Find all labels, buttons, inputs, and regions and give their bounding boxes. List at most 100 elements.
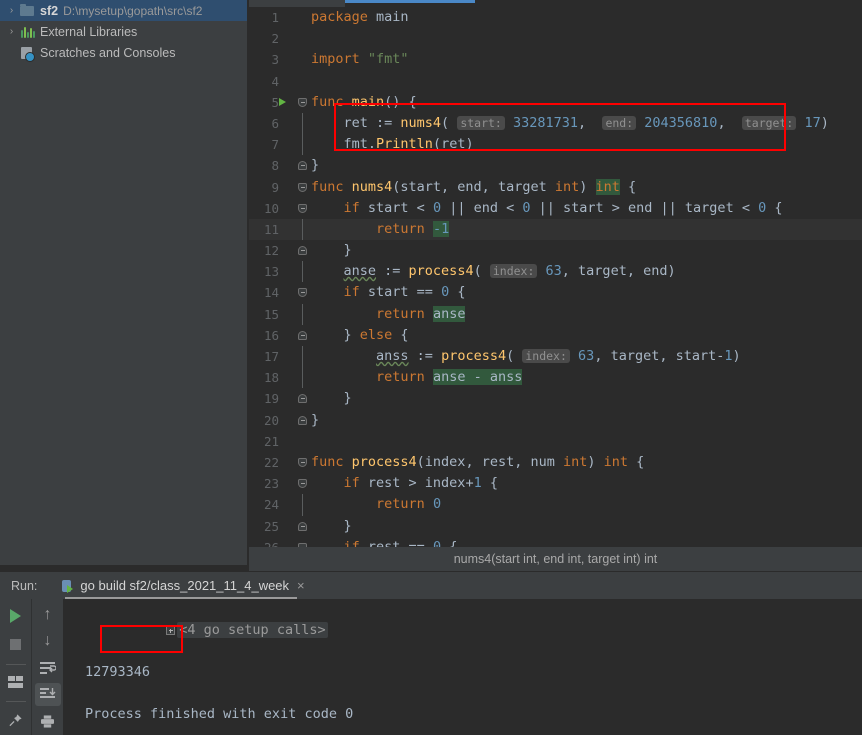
run-gutter-icon[interactable] — [279, 97, 286, 106]
code-line[interactable]: 20} — [249, 410, 862, 431]
code-line[interactable]: 2 — [249, 28, 862, 49]
code-line[interactable]: 18 return anse - anss — [249, 367, 862, 389]
code-fold-icon[interactable] — [298, 182, 307, 192]
code-token: ) — [732, 348, 741, 364]
parameter-hint: index: — [522, 349, 570, 363]
code-token: rest > index+ — [367, 475, 474, 492]
code-line[interactable]: 4 — [249, 71, 862, 92]
code-line[interactable]: 23 if rest > index+1 { — [249, 473, 862, 494]
arrow-down-icon: ↓ — [43, 632, 52, 650]
code-line[interactable]: 10 if start < 0 || end < 0 || start > en… — [249, 198, 862, 219]
code-line[interactable]: 11 return -1 — [249, 218, 862, 241]
folder-icon — [19, 3, 37, 19]
code-text: if rest == 0 { — [311, 537, 458, 547]
code-token: process4 — [351, 453, 417, 470]
code-text: } — [311, 388, 352, 409]
hint-signature-text: nums4(start int, end int, target int) in… — [453, 552, 658, 566]
code-fold-icon[interactable] — [298, 330, 307, 340]
tree-item-scratches-and-consoles[interactable]: Scratches and Consoles — [0, 42, 247, 63]
code-token: 1 — [473, 475, 482, 492]
code-line[interactable]: 14 if start == 0 { — [249, 282, 862, 303]
console-folded-line[interactable]: <4 go setup calls> — [63, 599, 862, 662]
code-token: } — [311, 157, 320, 174]
line-number: 9 — [271, 179, 279, 195]
code-token: ( — [441, 114, 458, 131]
code-line[interactable]: 12 } — [249, 240, 862, 261]
scroll-to-end-button[interactable] — [34, 682, 61, 707]
code-text: ret := nums4( start: 33281731, end: 2043… — [311, 113, 829, 134]
code-fold-icon[interactable] — [298, 415, 307, 425]
code-token: ( — [473, 263, 490, 280]
line-number: 13 — [263, 264, 279, 280]
code-line[interactable]: 1 package main — [249, 7, 862, 28]
code-line[interactable]: 17 anss := process4( index: 63, target, … — [249, 346, 862, 368]
code-token: if — [343, 199, 368, 216]
up-the-stack-trace-button[interactable]: ↑ — [35, 603, 61, 627]
line-number: 25 — [263, 518, 279, 534]
code-line[interactable]: 19 } — [249, 388, 862, 409]
code-fold-icon[interactable] — [298, 457, 307, 467]
code-text: anss := process4( index: 63, target, sta… — [311, 346, 741, 367]
tree-item-external-libraries[interactable]: › External Libraries — [0, 21, 247, 42]
line-number: 17 — [263, 349, 279, 364]
code-line[interactable]: 8} — [249, 155, 862, 176]
code-token: return — [376, 369, 433, 386]
code-line[interactable]: 22 func process4(index, rest, num int) in… — [249, 452, 862, 473]
code-lines-container[interactable]: 1 package main 2 3 import "fmt" 4 5 func main()… — [249, 7, 862, 547]
code-token: func — [311, 453, 352, 470]
code-fold-icon[interactable] — [298, 97, 307, 107]
code-line[interactable]: 21 — [249, 431, 862, 452]
code-fold-icon[interactable] — [298, 161, 307, 171]
code-editor[interactable]: 1 package main 2 3 import "fmt" 4 5 func main()… — [249, 0, 862, 547]
tree-item-label: Scratches and Consoles — [40, 45, 176, 60]
console-output[interactable]: <4 go setup calls> 12793346 Process fini… — [63, 599, 862, 735]
rerun-button[interactable] — [3, 603, 29, 629]
code-token: main — [376, 9, 409, 25]
line-number: 1 — [271, 10, 279, 25]
code-line[interactable]: 3 import "fmt" — [249, 49, 862, 70]
code-token: } — [311, 517, 352, 534]
code-token: { — [441, 538, 458, 547]
down-the-stack-trace-button[interactable]: ↓ — [35, 630, 61, 654]
code-line[interactable]: 13 anse := process4( index: 63, target, … — [249, 261, 862, 283]
code-line[interactable]: 16 } else { — [249, 325, 862, 346]
code-fold-icon[interactable] — [298, 246, 307, 256]
close-icon[interactable]: × — [297, 578, 305, 593]
code-line[interactable]: 6 ret := nums4( start: 33281731, end: 20… — [249, 112, 862, 135]
code-line[interactable]: 25 } — [249, 516, 862, 537]
stop-icon — [10, 639, 21, 651]
layout-settings-button[interactable] — [3, 669, 29, 695]
stop-button[interactable] — [3, 632, 29, 658]
code-fold-icon[interactable] — [298, 521, 307, 531]
expand-arrow-icon[interactable]: › — [4, 5, 19, 16]
code-line[interactable]: 24 return 0 — [249, 494, 862, 516]
parameter-hint: start: — [457, 115, 505, 130]
code-fold-icon[interactable] — [298, 479, 307, 489]
code-fold-icon[interactable] — [298, 288, 307, 298]
code-token: if — [343, 475, 368, 492]
run-configuration-tab[interactable]: go build sf2/class_2021_11_4_week × — [59, 572, 305, 599]
tree-item-sf2[interactable]: › sf2 D:\mysetup\gopath\src\sf2 — [0, 0, 247, 21]
code-line[interactable]: 7 fmt.Println(ret) — [249, 134, 862, 156]
expand-arrow-icon[interactable]: › — [4, 26, 19, 37]
code-token: anss — [376, 348, 409, 364]
code-line[interactable]: 15 return anse — [249, 303, 862, 325]
code-fold-icon[interactable] — [298, 394, 307, 404]
pin-tab-button[interactable] — [3, 707, 29, 733]
expand-fold-icon[interactable] — [166, 626, 176, 635]
parameter-hint: index: — [489, 264, 538, 279]
code-line[interactable]: 9 func nums4(start, end, target int) int … — [249, 177, 862, 198]
code-fold-icon[interactable] — [298, 203, 307, 213]
line-number: 22 — [263, 454, 279, 470]
folded-placeholder-text[interactable]: <4 go setup calls> — [177, 622, 328, 638]
code-line[interactable]: 5 func main() { — [249, 92, 862, 113]
soft-wrap-button[interactable] — [35, 656, 61, 680]
code-token: 63 — [578, 348, 595, 364]
code-line[interactable]: 26 if rest == 0 { — [249, 537, 862, 547]
print-button[interactable] — [35, 709, 61, 733]
